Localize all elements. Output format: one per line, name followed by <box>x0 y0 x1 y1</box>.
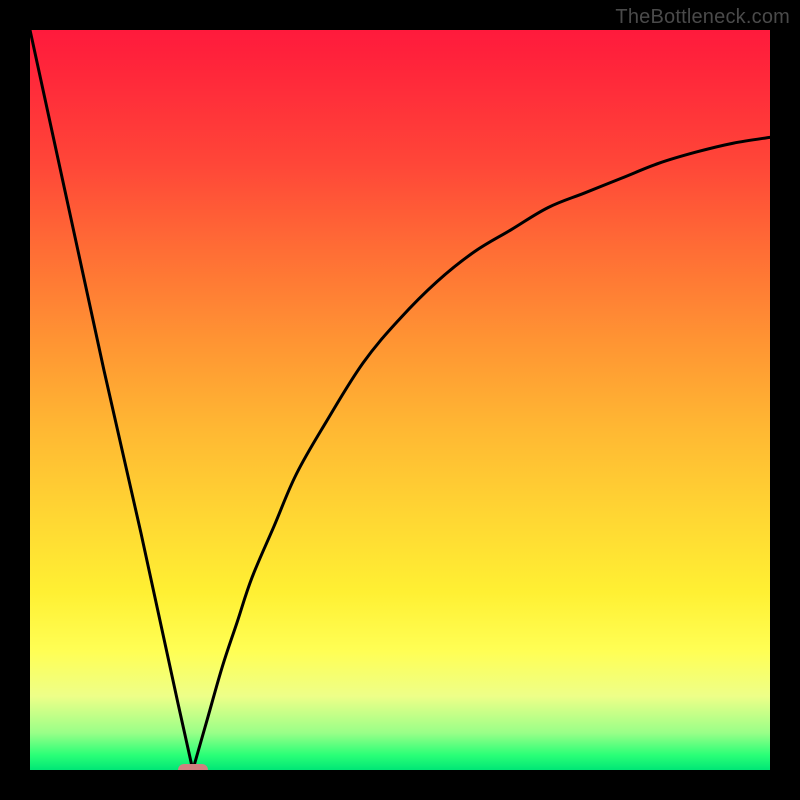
plot-area <box>30 30 770 770</box>
minimum-marker <box>178 764 208 770</box>
bottleneck-curve <box>30 30 770 770</box>
watermark-text: TheBottleneck.com <box>615 6 790 29</box>
curve-path <box>30 30 770 770</box>
chart-frame: TheBottleneck.com <box>0 0 800 800</box>
